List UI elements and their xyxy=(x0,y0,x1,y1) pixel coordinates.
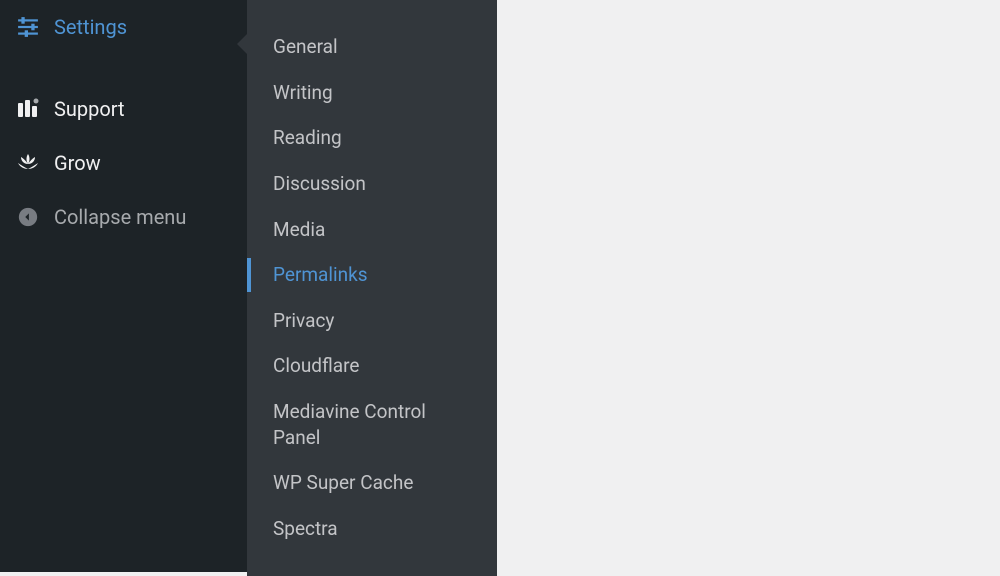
admin-sidebar: Settings Support Grow xyxy=(0,0,247,572)
settings-submenu: General Writing Reading Discussion Media… xyxy=(247,0,497,576)
sidebar-item-label: Collapse menu xyxy=(54,205,186,229)
sidebar-item-label: Support xyxy=(54,97,125,121)
sidebar-item-grow[interactable]: Grow xyxy=(0,136,247,190)
submenu-item-label: Permalinks xyxy=(273,263,368,286)
submenu-item-label: Mediavine Control Panel xyxy=(273,400,426,449)
submenu-item-label: Discussion xyxy=(273,172,366,195)
submenu-item-label: Cloudflare xyxy=(273,354,359,377)
submenu-item-label: Spectra xyxy=(273,517,338,540)
submenu-item-permalinks[interactable]: Permalinks xyxy=(247,252,497,298)
submenu-item-label: Privacy xyxy=(273,309,334,332)
submenu-item-wpsupercache[interactable]: WP Super Cache xyxy=(247,460,497,506)
sidebar-item-label: Grow xyxy=(54,151,101,175)
submenu-item-general[interactable]: General xyxy=(247,24,497,70)
submenu-item-reading[interactable]: Reading xyxy=(247,115,497,161)
sidebar-item-label: Settings xyxy=(54,15,127,39)
submenu-item-label: Writing xyxy=(273,81,333,104)
sidebar-item-support[interactable]: Support xyxy=(0,82,247,136)
sidebar-collapse-menu[interactable]: Collapse menu xyxy=(0,190,247,244)
submenu-item-label: Reading xyxy=(273,126,342,149)
submenu-item-spectra[interactable]: Spectra xyxy=(247,506,497,552)
lotus-icon xyxy=(14,149,42,177)
submenu-item-media[interactable]: Media xyxy=(247,207,497,253)
bars-icon xyxy=(14,95,42,123)
sliders-icon xyxy=(14,13,42,41)
submenu-item-mediavine[interactable]: Mediavine Control Panel xyxy=(247,389,497,460)
submenu-item-label: Media xyxy=(273,218,325,241)
submenu-item-cloudflare[interactable]: Cloudflare xyxy=(247,343,497,389)
submenu-item-writing[interactable]: Writing xyxy=(247,70,497,116)
submenu-item-label: WP Super Cache xyxy=(273,471,413,494)
sidebar-item-settings[interactable]: Settings xyxy=(0,0,247,54)
circle-left-icon xyxy=(14,203,42,231)
submenu-item-privacy[interactable]: Privacy xyxy=(247,298,497,344)
submenu-item-discussion[interactable]: Discussion xyxy=(247,161,497,207)
submenu-item-label: General xyxy=(273,35,338,58)
